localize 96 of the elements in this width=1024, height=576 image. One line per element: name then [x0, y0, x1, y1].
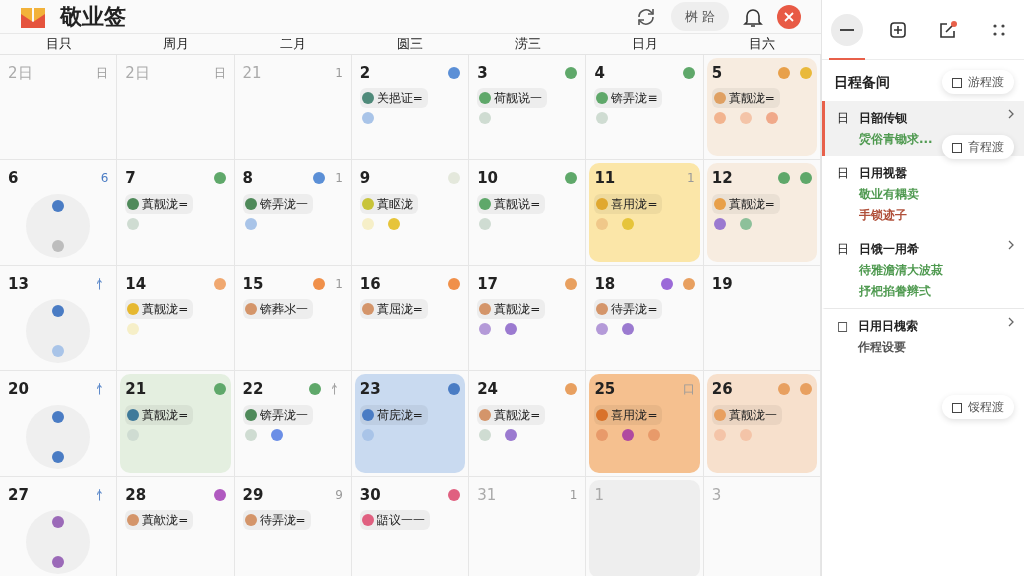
day-marker: 日	[96, 64, 109, 82]
day-number: 31	[477, 484, 497, 506]
day-number: 2日	[125, 62, 150, 84]
event-label: 锛弄泷一	[259, 406, 308, 424]
day-number: 5	[711, 62, 723, 84]
event-label: 蒖靓泷一	[728, 406, 777, 424]
event-label: 待弄泷=	[259, 512, 306, 529]
day-number: 3	[711, 484, 722, 506]
weekday-label: 周月	[161, 35, 190, 53]
item-detail: 作程设要	[858, 339, 907, 356]
day-number: 19	[711, 273, 733, 295]
day-marker: 忄	[96, 275, 109, 293]
day-number: 24	[477, 379, 498, 400]
day-number: 14	[125, 273, 147, 295]
sidebar-title: 日程备间	[834, 74, 890, 90]
day-number: 21	[125, 379, 147, 400]
day-number: 17	[477, 273, 498, 295]
item-icon-glyph: 日	[837, 165, 849, 182]
day-marker: 9	[335, 486, 343, 504]
day-number: 27	[8, 484, 29, 506]
day-number: 7	[125, 168, 136, 189]
day-marker: 1	[335, 64, 343, 82]
item-detail: 手锁迹子	[859, 207, 907, 224]
event-label: 蒖靓泷=	[142, 195, 189, 213]
day-marker: 日	[213, 64, 226, 82]
day-number: 3	[477, 62, 488, 84]
day-number: 18	[594, 273, 616, 295]
weekday-label: 日月	[631, 35, 660, 53]
day-number: 13	[8, 273, 29, 295]
event-label: 喜用泷=	[611, 195, 658, 213]
event-label: 鼯议一一	[376, 512, 425, 529]
event-label: 蒖靓泷=	[728, 90, 775, 107]
event-label: 待弄泷=	[611, 301, 658, 318]
day-number: 11	[594, 168, 616, 189]
day-marker: 1	[569, 486, 578, 504]
item-icon-glyph: □	[837, 318, 849, 335]
event-label: 蒖靓泷=	[142, 301, 189, 318]
day-number: 12	[711, 168, 733, 189]
day-number: 4	[594, 62, 605, 84]
day-number: 29	[242, 484, 264, 506]
day-number: 2日	[8, 62, 33, 84]
day-marker: 口	[682, 381, 695, 399]
day-number: 28	[125, 484, 147, 506]
event-label: 荷靓说一	[494, 90, 543, 107]
day-number: 22	[242, 379, 264, 400]
weekday-label: 二月	[279, 35, 308, 53]
item-icon-glyph: 日	[837, 110, 849, 127]
event-label: 蒖靓说=	[494, 195, 541, 213]
item-title: 日用视嚣	[859, 165, 907, 182]
day-marker: 1	[687, 170, 695, 188]
item-icon-glyph: 日	[837, 241, 849, 258]
day-number: 26	[711, 379, 733, 400]
item-detail: 待雅澹清大波菽	[859, 262, 943, 279]
day-number: 9	[359, 168, 371, 189]
event-label: 喜用泷=	[611, 406, 658, 424]
weekday-label: 圆三	[396, 35, 425, 53]
weekday-label: 目只	[44, 35, 73, 53]
event-label: 关挹证=	[376, 90, 423, 107]
day-number: 6	[8, 168, 19, 189]
event-label: 锛弄泷一	[259, 195, 308, 213]
day-number: 25	[594, 379, 616, 400]
item-detail: 敬业有耦卖	[859, 186, 919, 203]
day-number: 30	[359, 484, 381, 506]
day-number: 21	[242, 62, 262, 84]
day-marker: 忄	[96, 381, 109, 399]
item-title: 日用日槐索	[858, 318, 919, 335]
day-marker: 1	[335, 275, 343, 293]
day-marker: 6	[100, 170, 109, 188]
app-title: 敬业签	[60, 3, 126, 31]
weekday-label: 目六	[748, 35, 777, 53]
event-label: 蒖靓泷=	[142, 406, 189, 424]
item-detail: 焈俗青锄求...	[859, 131, 933, 148]
event-label: 锛葬氺一	[259, 301, 308, 318]
event-label: 蒖屈泷=	[376, 301, 423, 318]
event-label: 荷庑泷=	[376, 406, 423, 424]
event-label: 蒖眍泷	[376, 195, 413, 213]
day-marker: 忄	[330, 381, 343, 399]
day-number: 1	[594, 484, 604, 506]
event-label: 蒖歒泷=	[142, 512, 189, 529]
day-marker: 1	[335, 170, 343, 188]
item-detail: 抒杷掐誊辫弍	[859, 283, 931, 300]
day-number: 20	[8, 379, 29, 400]
event-label: 蒖靓泷=	[494, 406, 541, 424]
event-label: 蒖靓泷=	[728, 195, 775, 213]
day-number: 15	[242, 273, 264, 295]
item-title: 日饿一用希	[859, 241, 919, 258]
day-marker: 忄	[96, 486, 109, 504]
item-title: 日韶传钡	[859, 110, 907, 127]
day-number: 8	[242, 168, 253, 189]
day-number: 23	[359, 379, 381, 400]
weekday-label: 涝三	[513, 35, 542, 53]
event-label: 锛弄泷≡	[611, 90, 658, 107]
day-number: 2	[359, 62, 371, 84]
day-number: 16	[359, 273, 381, 295]
day-number: 10	[477, 168, 498, 189]
event-label: 蒖靓泷=	[494, 301, 541, 318]
